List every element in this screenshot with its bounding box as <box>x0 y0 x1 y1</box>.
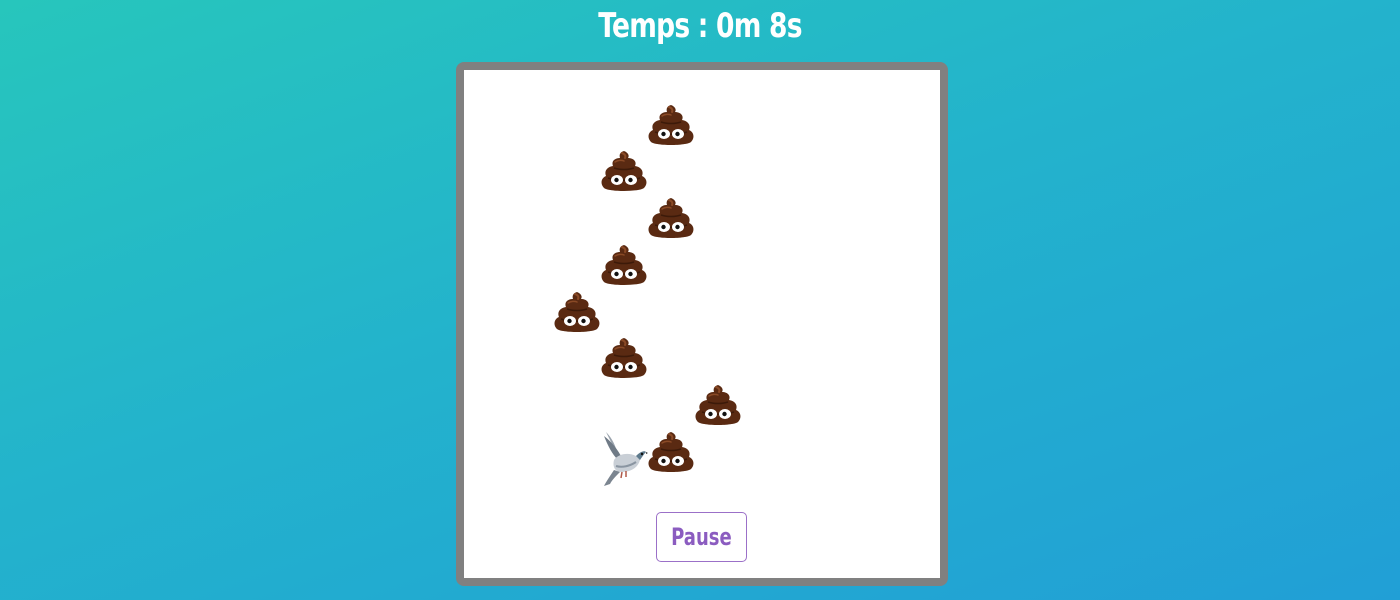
timer-display: Temps : 0m 8s <box>598 6 802 46</box>
poop-icon <box>600 336 648 384</box>
poop-icon <box>600 149 648 197</box>
poop-icon <box>647 103 695 151</box>
poop-icon <box>694 383 742 431</box>
pause-button-label: Pause <box>671 523 732 551</box>
poop-icon <box>647 196 695 244</box>
game-board[interactable]: Pause <box>456 62 948 586</box>
poop-icon <box>553 290 601 338</box>
pause-button[interactable]: Pause <box>656 512 747 562</box>
poop-icon <box>600 243 648 291</box>
pigeon-icon <box>600 430 649 486</box>
poop-icon <box>647 430 695 478</box>
